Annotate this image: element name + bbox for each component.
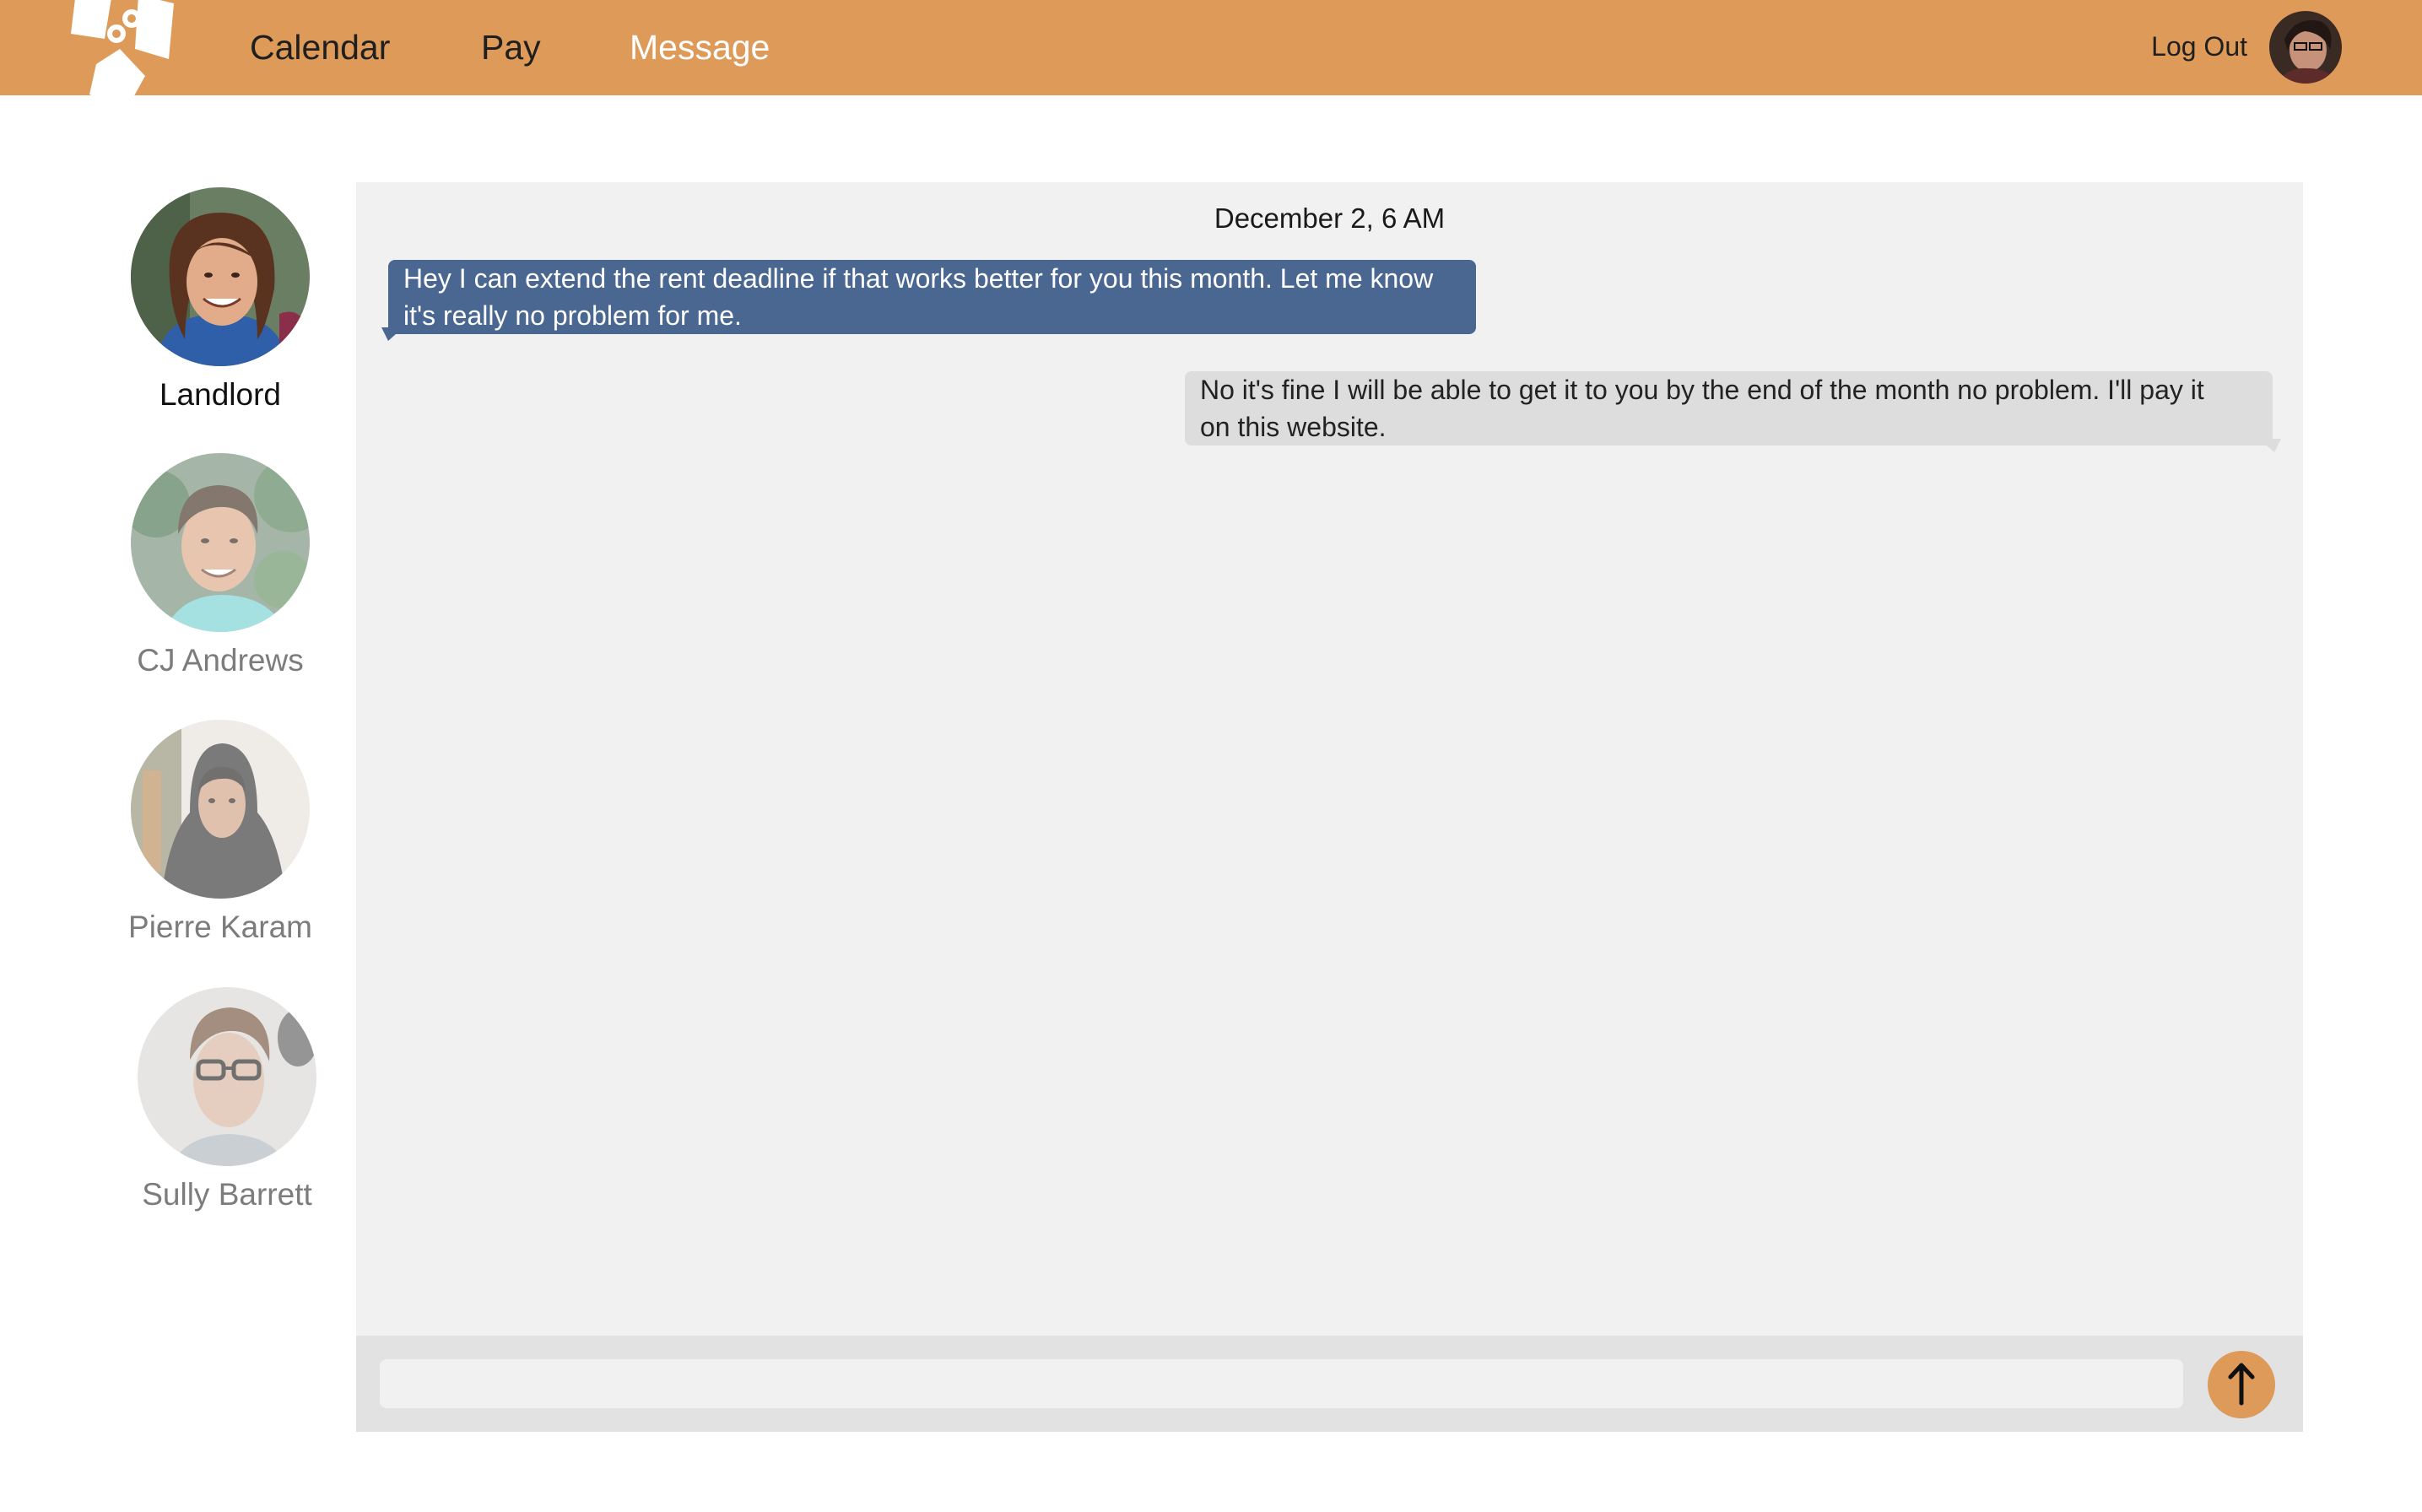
contact-avatar bbox=[138, 987, 316, 1166]
bubble-tail bbox=[2259, 439, 2281, 452]
message-line: it's really no problem for me. bbox=[403, 300, 742, 331]
incoming-message: Hey I can extend the rent deadline if th… bbox=[388, 260, 1476, 334]
arrow-up-icon bbox=[2228, 1363, 2255, 1406]
contact-name: CJ Andrews bbox=[137, 643, 304, 678]
nav-calendar[interactable]: Calendar bbox=[250, 24, 390, 71]
message-line: on this website. bbox=[1200, 412, 1387, 442]
contact-name: Landlord bbox=[159, 377, 281, 412]
contact-cj-andrews[interactable]: CJ Andrews bbox=[98, 453, 343, 679]
chat-panel: December 2, 6 AM Hey I can extend the re… bbox=[356, 182, 2303, 1432]
contact-name: Pierre Karam bbox=[128, 910, 312, 944]
nav-pay[interactable]: Pay bbox=[481, 24, 541, 71]
contact-avatar bbox=[131, 187, 310, 366]
message-line: Hey I can extend the rent deadline if th… bbox=[403, 263, 1434, 294]
house-keys-logo-icon[interactable] bbox=[68, 0, 186, 95]
contact-avatar bbox=[131, 720, 310, 899]
contact-landlord[interactable]: Landlord bbox=[98, 187, 343, 413]
bubble-tail bbox=[381, 327, 403, 341]
contact-sully-barrett[interactable]: Sully Barrett bbox=[105, 987, 349, 1213]
message-input[interactable] bbox=[380, 1359, 2183, 1408]
logout-link[interactable]: Log Out bbox=[2151, 25, 2247, 68]
contact-pierre-karam[interactable]: Pierre Karam bbox=[98, 720, 343, 946]
contact-name: Sully Barrett bbox=[142, 1177, 312, 1212]
message-line: No it's fine I will be able to get it to… bbox=[1200, 375, 2204, 405]
chat-date-stamp: December 2, 6 AM bbox=[1214, 202, 1446, 234]
user-avatar[interactable] bbox=[2269, 11, 2342, 84]
send-button[interactable] bbox=[2208, 1351, 2275, 1418]
outgoing-message: No it's fine I will be able to get it to… bbox=[1185, 371, 2273, 446]
top-nav-bar: Calendar Pay Message Log Out bbox=[0, 0, 2422, 95]
message-composer bbox=[356, 1336, 2303, 1432]
contact-avatar bbox=[131, 453, 310, 632]
nav-message[interactable]: Message bbox=[630, 24, 770, 71]
